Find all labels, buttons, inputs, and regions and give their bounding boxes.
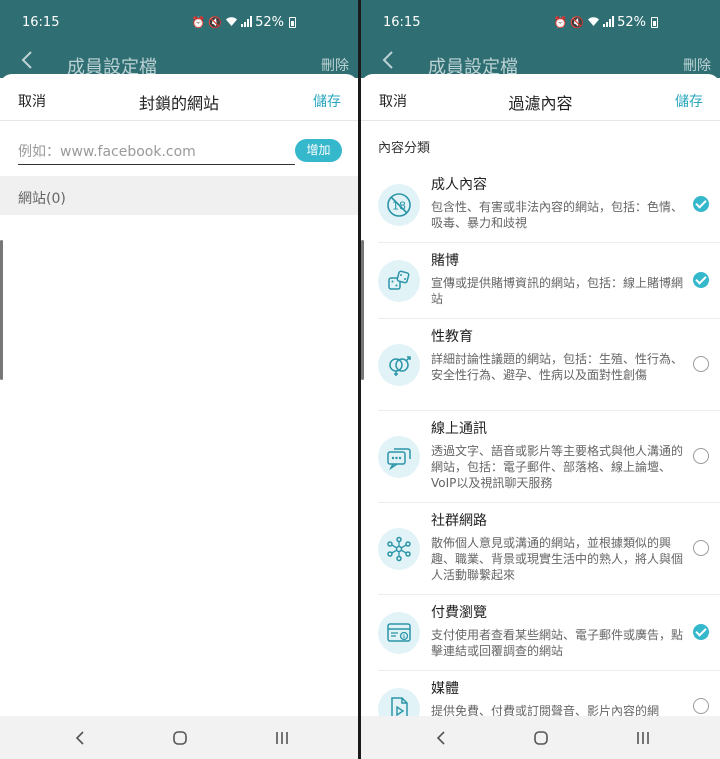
age-18-icon: 18	[378, 184, 420, 226]
nav-recents-icon[interactable]	[272, 728, 292, 748]
network-icon	[378, 528, 420, 570]
nav-back-icon[interactable]	[70, 728, 90, 748]
battery-percent: 52%	[255, 15, 284, 30]
dice-icon	[378, 260, 420, 302]
category-pay-to-surf[interactable]: $ 付費瀏覽 支付使用者查看某些網站、電子郵件或廣告，點擊連結或回覆調查的網站	[378, 595, 720, 671]
gender-icon	[378, 344, 420, 386]
category-checkbox[interactable]	[693, 448, 709, 464]
system-nav-bar	[361, 716, 720, 759]
status-time: 16:15	[383, 15, 421, 30]
edge-panel-handle[interactable]	[0, 240, 3, 380]
section-label: 內容分類	[378, 141, 431, 156]
category-name: 賭博	[431, 253, 459, 269]
category-checkbox[interactable]	[693, 356, 709, 372]
sheet-title: 封鎖的網站	[138, 94, 219, 113]
category-name: 性教育	[431, 329, 473, 345]
category-name: 社群網路	[431, 513, 487, 529]
svg-text:$: $	[402, 634, 405, 640]
category-checkbox[interactable]	[693, 624, 709, 640]
status-bar: 16:15 ⏰ 🔇 52%	[361, 0, 720, 40]
paid-browser-icon: $	[378, 612, 420, 654]
mute-icon: 🔇	[570, 16, 585, 29]
delete-button[interactable]: 刪除	[321, 55, 349, 75]
content-filter-screen: 16:15 ⏰ 🔇 52% 成員設定檔 刪除 取消 過濾內容 儲存 內容分類 成…	[361, 0, 720, 759]
alarm-icon: ⏰	[191, 16, 206, 29]
signal-icon	[241, 15, 253, 30]
category-desc: 提供免費、付費或訂閱聲音、影片內容的網	[431, 704, 660, 716]
sheet-header: 取消 過濾內容 儲存	[361, 74, 720, 121]
category-name: 成人內容	[431, 177, 487, 193]
category-name: 線上通訊	[431, 421, 487, 437]
category-checkbox[interactable]	[693, 272, 709, 288]
nav-home-icon[interactable]	[170, 728, 190, 748]
battery-percent: 52%	[617, 15, 646, 30]
url-input-row: 增加	[0, 121, 358, 176]
wifi-icon	[587, 16, 600, 30]
category-checkbox[interactable]	[693, 540, 709, 556]
content-filter-sheet: 取消 過濾內容 儲存 內容分類 18 成人內容 包含性、有害或非法內容的網站，包…	[361, 74, 720, 716]
url-input[interactable]	[18, 139, 295, 165]
category-name: 付費瀏覽	[431, 605, 487, 621]
back-arrow-icon[interactable]	[379, 50, 399, 70]
category-desc: 詳細討論性議題的網站，包括：生殖、性行為、安全性行為、避孕、性病以及面對性創傷	[431, 352, 684, 382]
nav-back-icon[interactable]	[431, 728, 451, 748]
media-file-icon	[378, 688, 420, 716]
edge-panel-handle[interactable]	[361, 240, 364, 380]
blocked-sites-screen: 16:15 ⏰ 🔇 52% 成員設定檔 刪除 取消 封鎖的網站 儲存 增加	[0, 0, 358, 759]
status-time: 16:15	[22, 15, 60, 30]
category-checkbox[interactable]	[693, 698, 709, 714]
back-arrow-icon[interactable]	[18, 50, 38, 70]
nav-recents-icon[interactable]	[633, 728, 653, 748]
signal-icon	[603, 15, 615, 30]
chat-icon	[378, 436, 420, 478]
category-social-network[interactable]: 社群網路 散佈個人意見或溝通的網站，並根據類似的興趣、職業、背景或現實生活中的熟…	[378, 503, 720, 595]
alarm-icon: ⏰	[553, 16, 568, 29]
category-checkbox[interactable]	[693, 196, 709, 212]
category-online-communication[interactable]: 線上通訊 透過文字、語音或影片等主要格式與他人溝通的網站，包括：電子郵件、部落格…	[378, 411, 720, 503]
blocked-sites-sheet: 取消 封鎖的網站 儲存 增加 網站(0)	[0, 74, 358, 716]
sheet-header: 取消 封鎖的網站 儲存	[0, 74, 358, 121]
save-button[interactable]: 儲存	[313, 91, 341, 111]
category-adult[interactable]: 18 成人內容 包含性、有害或非法內容的網站，包括：色情、吸毒、暴力和歧視	[378, 167, 720, 243]
delete-button[interactable]: 刪除	[683, 55, 711, 75]
category-desc: 散佈個人意見或溝通的網站，並根據類似的興趣、職業、背景或現實生活中的熟人，將人與…	[431, 536, 684, 582]
category-gambling[interactable]: 賭博 宣傳或提供賭博資訊的網站，包括：線上賭博網站	[378, 243, 720, 319]
category-sex-education[interactable]: 性教育 詳細討論性議題的網站，包括：生殖、性行為、安全性行為、避孕、性病以及面對…	[378, 319, 720, 411]
battery-icon	[289, 17, 296, 28]
system-nav-bar	[0, 716, 358, 759]
wifi-icon	[225, 16, 238, 30]
category-desc: 透過文字、語音或影片等主要格式與他人溝通的網站，包括：電子郵件、部落格、線上論壇…	[431, 444, 684, 490]
category-media[interactable]: 媒體 提供免費、付費或訂閱聲音、影片內容的網	[378, 671, 720, 716]
category-name: 媒體	[431, 681, 459, 697]
category-desc: 支付使用者查看某些網站、電子郵件或廣告，點擊連結或回覆調查的網站	[431, 628, 684, 658]
mute-icon: 🔇	[208, 16, 223, 29]
sheet-title: 過濾內容	[508, 94, 573, 113]
add-button[interactable]: 增加	[295, 139, 342, 162]
category-desc: 宣傳或提供賭博資訊的網站，包括：線上賭博網站	[431, 276, 684, 306]
nav-home-icon[interactable]	[531, 728, 551, 748]
save-button[interactable]: 儲存	[675, 91, 703, 111]
sites-count-label: 網站(0)	[18, 191, 66, 207]
status-bar: 16:15 ⏰ 🔇 52%	[0, 0, 358, 40]
category-desc: 包含性、有害或非法內容的網站，包括：色情、吸毒、暴力和歧視	[431, 200, 684, 230]
sites-list-header: 網站(0)	[0, 176, 358, 215]
battery-icon	[651, 17, 658, 28]
